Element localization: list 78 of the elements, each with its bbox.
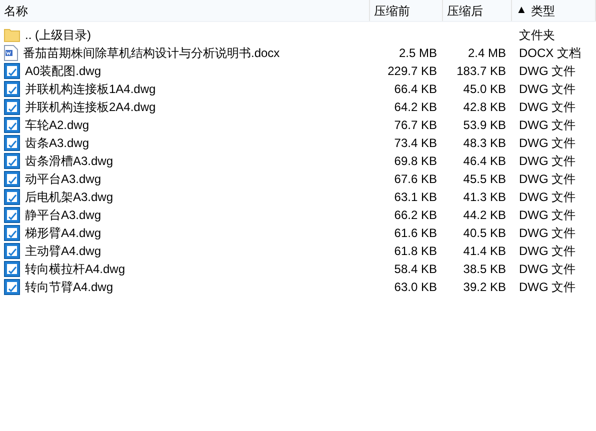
file-name[interactable]: 主动臂A4.dwg: [25, 242, 102, 260]
file-type: DWG 文件: [519, 190, 576, 204]
file-name[interactable]: 梯形臂A4.dwg: [25, 224, 102, 242]
size-before: 73.4 KB: [394, 135, 437, 152]
drawing-file-icon: [4, 135, 20, 151]
document-icon: [4, 45, 18, 61]
drawing-file-icon: [4, 207, 20, 223]
size-after: 183.7 KB: [456, 63, 506, 80]
drawing-file-icon: [4, 153, 20, 169]
size-before: 63.1 KB: [394, 189, 437, 206]
size-after: 53.9 KB: [463, 117, 506, 134]
file-name[interactable]: 并联机构连接板2A4.dwg: [25, 98, 156, 116]
size-after: 39.2 KB: [463, 279, 506, 296]
drawing-file-icon: [4, 279, 20, 295]
drawing-file-icon: [4, 117, 20, 133]
file-name[interactable]: 后电机架A3.dwg: [25, 188, 114, 206]
column-header[interactable]: 压缩前: [374, 2, 410, 20]
size-before: 66.4 KB: [394, 81, 437, 98]
file-name[interactable]: 静平台A3.dwg: [25, 206, 102, 224]
size-before: 61.6 KB: [394, 225, 437, 242]
drawing-file-icon: [4, 243, 20, 259]
file-name[interactable]: A0装配图.dwg: [25, 62, 102, 80]
file-name[interactable]: 齿条滑槽A3.dwg: [25, 152, 114, 170]
size-after: 41.3 KB: [463, 189, 506, 206]
drawing-file-icon: [4, 63, 20, 79]
column-header[interactable]: 类型: [530, 2, 555, 20]
file-type: DWG 文件: [519, 136, 576, 150]
size-before: 229.7 KB: [388, 63, 437, 80]
file-name[interactable]: 并联机构连接板1A4.dwg: [25, 80, 156, 98]
file-type: DWG 文件: [519, 154, 576, 168]
size-after: 2.4 MB: [468, 45, 506, 62]
drawing-file-icon: [4, 99, 20, 115]
file-type: DWG 文件: [519, 100, 576, 114]
file-name[interactable]: 转向节臂A4.dwg: [25, 278, 114, 296]
file-name[interactable]: 动平台A3.dwg: [25, 170, 102, 188]
size-after: 41.4 KB: [463, 243, 506, 260]
column-header[interactable]: 压缩后: [447, 2, 483, 20]
file-type: DWG 文件: [519, 244, 576, 258]
size-after: 44.2 KB: [463, 207, 506, 224]
file-type: DWG 文件: [519, 118, 576, 132]
sort-indicator: ▲: [516, 3, 527, 18]
size-before: 66.2 KB: [394, 207, 437, 224]
size-before: 69.8 KB: [394, 153, 437, 170]
file-name[interactable]: 转向横拉杆A4.dwg: [25, 260, 126, 278]
file-type: 文件夹: [519, 28, 555, 42]
size-after: 46.4 KB: [463, 153, 506, 170]
drawing-file-icon: [4, 261, 20, 277]
file-type: DWG 文件: [519, 82, 576, 96]
drawing-file-icon: [4, 225, 20, 241]
size-after: 48.3 KB: [463, 135, 506, 152]
file-type: DWG 文件: [519, 262, 576, 276]
file-name[interactable]: 车轮A2.dwg: [25, 116, 90, 134]
file-type: DOCX 文档: [519, 46, 582, 60]
size-before: 76.7 KB: [394, 117, 437, 134]
size-after: 38.5 KB: [463, 261, 506, 278]
file-type: DWG 文件: [519, 280, 576, 294]
file-type: DWG 文件: [519, 64, 576, 78]
file-type: DWG 文件: [519, 172, 576, 186]
size-before: 67.6 KB: [394, 171, 437, 188]
file-name[interactable]: 齿条A3.dwg: [25, 134, 90, 152]
file-type: DWG 文件: [519, 208, 576, 222]
size-before: 63.0 KB: [394, 279, 437, 296]
file-type: DWG 文件: [519, 226, 576, 240]
column-header[interactable]: 名称: [4, 2, 28, 20]
size-before: 2.5 MB: [398, 45, 437, 62]
size-before: 61.8 KB: [394, 243, 437, 260]
size-after: 42.8 KB: [463, 99, 506, 116]
size-after: 40.5 KB: [463, 225, 506, 242]
folder-icon: [4, 28, 20, 42]
size-before: 58.4 KB: [394, 261, 437, 278]
size-after: 45.0 KB: [463, 81, 506, 98]
file-name[interactable]: .. (上级目录): [25, 26, 91, 44]
size-after: 45.5 KB: [463, 171, 506, 188]
drawing-file-icon: [4, 189, 20, 205]
file-name[interactable]: 番茄苗期株间除草机结构设计与分析说明书.docx: [23, 44, 280, 62]
drawing-file-icon: [4, 171, 20, 187]
size-before: 64.2 KB: [394, 99, 437, 116]
drawing-file-icon: [4, 81, 20, 97]
